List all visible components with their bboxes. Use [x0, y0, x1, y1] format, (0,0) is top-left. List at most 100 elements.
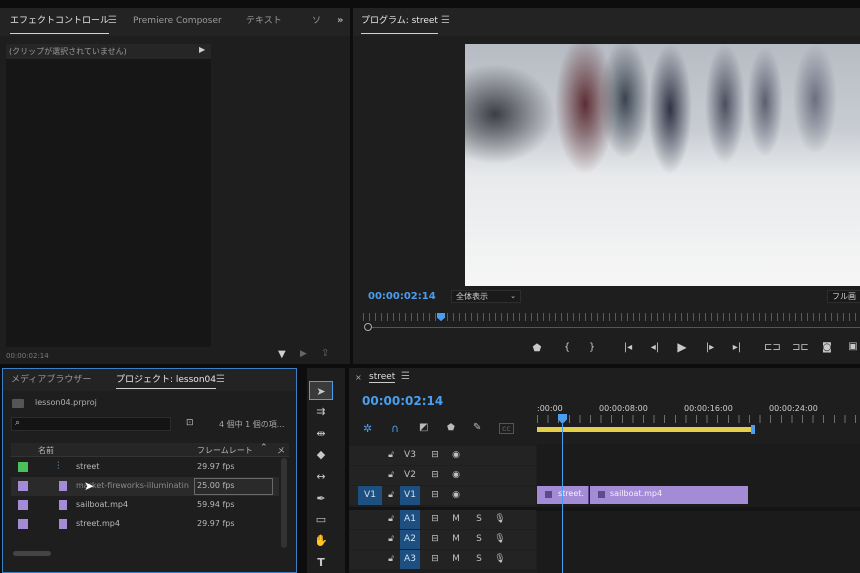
rectangle-tool-icon[interactable]: ▭ — [309, 510, 333, 529]
mute-button[interactable]: M — [450, 530, 462, 549]
captions-icon[interactable]: cc — [499, 423, 514, 434]
tab-source[interactable]: ソ — [312, 8, 321, 36]
program-monitor-title[interactable]: プログラム: street — [361, 8, 438, 36]
sync-lock-icon[interactable]: ⊟ — [429, 530, 441, 549]
mute-button[interactable]: M — [450, 510, 462, 529]
list-item-selected[interactable]: market-fireworks-illuminatin 25.00 fps ➤ — [11, 477, 279, 496]
nest-icon[interactable]: ✲ — [363, 422, 372, 435]
list-item[interactable]: ⫶ street 29.97 fps — [11, 458, 279, 477]
lock-icon[interactable]: 🔓︎ — [385, 466, 397, 485]
sync-lock-icon[interactable]: ⊟ — [429, 446, 441, 465]
lock-icon[interactable]: 🔓︎ — [385, 486, 397, 505]
vertical-scrollbar[interactable] — [281, 458, 287, 548]
program-menu-icon[interactable]: ☰ — [441, 8, 450, 34]
scrub-start-handle[interactable] — [364, 323, 372, 331]
sync-lock-icon[interactable]: ⊟ — [429, 550, 441, 569]
timeline-playhead-line[interactable] — [562, 424, 563, 573]
track-select-tool-icon[interactable]: ⇉ — [309, 402, 333, 421]
filter-icon[interactable]: ▼ — [278, 349, 286, 360]
eye-icon[interactable]: ◉ — [449, 486, 463, 505]
timeline-clip[interactable]: street. — [537, 486, 589, 504]
solo-button[interactable]: S — [473, 510, 485, 529]
selection-tool-icon[interactable]: ➤ — [309, 381, 333, 400]
tab-effect-controls[interactable]: エフェクトコントロール — [10, 8, 110, 36]
microphone-icon[interactable]: 🎙︎ — [494, 530, 506, 549]
solo-button[interactable]: S — [473, 530, 485, 549]
add-marker-icon[interactable]: ⬟ — [447, 423, 455, 433]
tab-premiere-composer[interactable]: Premiere Composer — [133, 8, 222, 36]
column-more[interactable]: メ — [277, 445, 285, 456]
mark-out-icon[interactable]: } — [586, 342, 598, 354]
ripple-edit-tool-icon[interactable]: ⇹ — [309, 424, 333, 443]
play-icon[interactable]: ▶ — [675, 341, 689, 353]
play-triangle-icon[interactable]: ▶ — [199, 45, 205, 54]
tab-project[interactable]: プロジェクト: lesson04 — [116, 369, 216, 391]
mark-in-icon[interactable]: { — [561, 342, 573, 354]
close-icon[interactable]: × — [355, 373, 362, 382]
timeline-timecode[interactable]: 00:00:02:14 — [362, 394, 443, 408]
track-label[interactable]: V3 — [401, 446, 419, 465]
mute-button[interactable]: M — [450, 550, 462, 569]
timeline-menu-icon[interactable]: ☰ — [401, 371, 410, 382]
eye-icon[interactable]: ◉ — [449, 466, 463, 485]
track-label[interactable]: V2 — [401, 466, 419, 485]
program-timecode[interactable]: 00:00:02:14 — [368, 291, 436, 302]
label-color-swatch[interactable] — [18, 462, 28, 472]
camera-icon[interactable]: ◙ — [820, 342, 834, 354]
wrench-icon[interactable]: ✎ — [473, 422, 481, 433]
extract-icon[interactable]: ⊐⊏ — [792, 342, 809, 354]
label-color-swatch[interactable] — [18, 500, 28, 510]
step-back-icon[interactable]: ◂| — [648, 342, 662, 354]
type-tool-icon[interactable]: T — [309, 553, 333, 572]
track-label[interactable]: A2 — [400, 530, 420, 549]
sort-chevron-icon[interactable]: ⌃ — [260, 443, 268, 453]
go-to-in-icon[interactable]: |◂ — [621, 342, 635, 354]
source-patch-v1[interactable]: V1 — [358, 486, 382, 505]
work-area-end-handle[interactable] — [751, 425, 755, 434]
lift-icon[interactable]: ⊏⊐ — [764, 342, 781, 354]
track-label[interactable]: A3 — [400, 550, 420, 569]
project-search-input[interactable]: ⌕ — [11, 417, 171, 431]
step-forward-icon[interactable]: |▸ — [703, 342, 717, 354]
column-frame-rate[interactable]: フレームレート — [197, 445, 253, 456]
quality-select[interactable]: フル画 — [827, 290, 860, 303]
slip-tool-icon[interactable]: ↔ — [309, 467, 333, 486]
snap-magnet-icon[interactable]: ∩ — [391, 422, 399, 435]
new-search-bin-icon[interactable]: ⊡ — [186, 418, 194, 428]
label-color-swatch[interactable] — [18, 481, 28, 491]
button-editor-icon[interactable]: ▣ — [847, 341, 859, 353]
go-to-out-icon[interactable]: ▸| — [730, 342, 744, 354]
sync-lock-icon[interactable]: ⊟ — [429, 466, 441, 485]
list-item[interactable]: sailboat.mp4 59.94 fps — [11, 496, 279, 515]
export-icon[interactable]: ⇪ — [321, 348, 329, 359]
program-video-frame[interactable] — [465, 44, 860, 286]
time-ruler[interactable]: :00:00 00:00:08:00 00:00:16:00 00:00:24:… — [537, 398, 860, 438]
overflow-tabs-icon[interactable]: » — [337, 8, 343, 34]
sync-lock-icon[interactable]: ⊟ — [429, 486, 441, 505]
play-audio-icon[interactable]: ▶ — [300, 349, 307, 359]
work-area-bar[interactable] — [537, 427, 752, 432]
track-label[interactable]: V1 — [400, 486, 420, 505]
linked-selection-icon[interactable]: ◩ — [419, 422, 428, 433]
sync-lock-icon[interactable]: ⊟ — [429, 510, 441, 529]
microphone-icon[interactable]: 🎙︎ — [494, 510, 506, 529]
lock-icon[interactable]: 🔓︎ — [385, 550, 397, 569]
tab-text[interactable]: テキスト — [246, 8, 282, 36]
zoom-select[interactable]: 全体表示 ⌄ — [451, 290, 521, 303]
eye-icon[interactable]: ◉ — [449, 446, 463, 465]
column-name[interactable]: 名前 — [38, 445, 54, 456]
pen-tool-icon[interactable]: ✒ — [309, 489, 333, 508]
tab-media-browser[interactable]: メディアブラウザー — [11, 369, 91, 391]
track-label[interactable]: A1 — [400, 510, 420, 529]
timeline-clip[interactable]: sailboat.mp4 — [590, 486, 748, 504]
lock-icon[interactable]: 🔓︎ — [385, 530, 397, 549]
lock-icon[interactable]: 🔓︎ — [385, 510, 397, 529]
lock-icon[interactable]: 🔓︎ — [385, 446, 397, 465]
panel-menu-icon[interactable]: ☰ — [108, 8, 117, 34]
add-marker-icon[interactable]: ⬟ — [531, 343, 543, 355]
razor-tool-icon[interactable]: ◆ — [309, 445, 333, 464]
horizontal-scrollbar[interactable] — [13, 551, 51, 556]
timeline-sequence-tab[interactable]: street — [369, 372, 396, 383]
list-item[interactable]: street.mp4 29.97 fps — [11, 515, 279, 534]
project-menu-icon[interactable]: ☰ — [216, 369, 225, 391]
